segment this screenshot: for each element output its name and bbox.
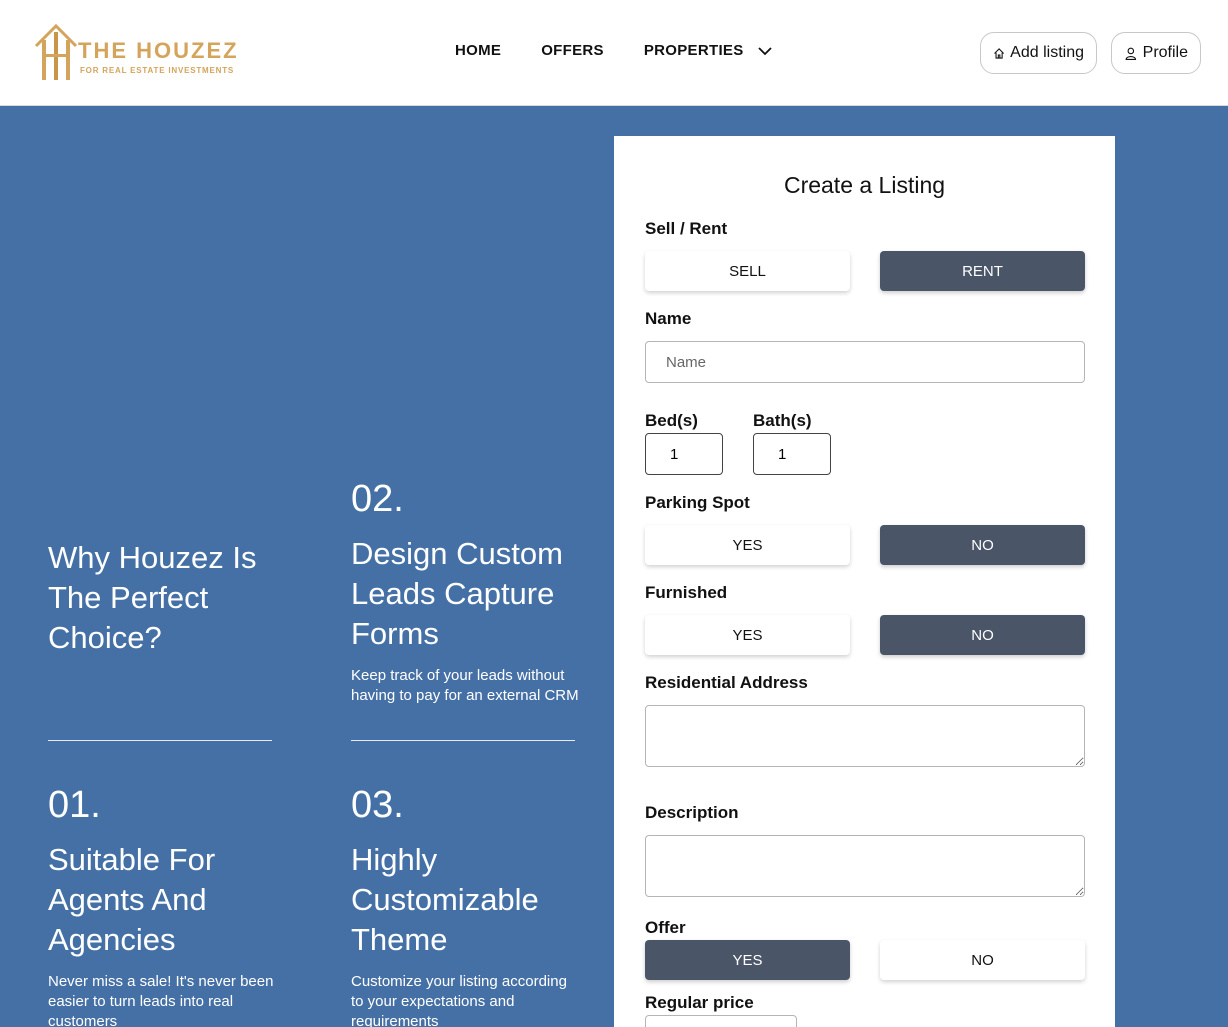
baths-input[interactable] bbox=[753, 433, 831, 475]
furnished-no-toggle[interactable]: NO bbox=[880, 615, 1085, 655]
person-icon bbox=[1125, 47, 1137, 60]
sell-toggle[interactable]: SELL bbox=[645, 251, 850, 291]
main-nav: HOME OFFERS PROPERTIES bbox=[455, 42, 812, 59]
regular-price-input[interactable] bbox=[645, 1015, 797, 1027]
furnished-yes-toggle[interactable]: YES bbox=[645, 615, 850, 655]
form-title: Create a Listing bbox=[783, 172, 946, 198]
feature-number: 03. bbox=[351, 784, 404, 826]
sell-rent-label: Sell / Rent bbox=[645, 219, 728, 238]
feature-03: 03. Highly Customizable Theme Customize … bbox=[351, 786, 581, 1027]
logo-mark-icon bbox=[34, 24, 78, 80]
nav-offers[interactable]: OFFERS bbox=[541, 42, 604, 59]
top-header: THE HOUZEZ FOR REAL ESTATE INVESTMENTS H… bbox=[0, 0, 1228, 106]
brand-title: THE HOUZEZ bbox=[78, 38, 239, 63]
beds-input[interactable] bbox=[645, 433, 723, 475]
feature-title: Suitable For Agents And Agencies bbox=[48, 842, 216, 957]
parking-label: Parking Spot bbox=[645, 493, 750, 512]
divider bbox=[48, 740, 272, 741]
feature-01: 01. Suitable For Agents And Agencies Nev… bbox=[48, 786, 278, 1027]
rent-toggle[interactable]: RENT bbox=[880, 251, 1085, 291]
feature-number: 01. bbox=[48, 784, 101, 826]
parking-yes-toggle[interactable]: YES bbox=[645, 525, 850, 565]
nav-home[interactable]: HOME bbox=[455, 42, 501, 59]
feature-title: Design Custom Leads Capture Forms bbox=[351, 536, 563, 651]
profile-label: Profile bbox=[1142, 44, 1188, 61]
divider bbox=[351, 740, 575, 741]
brand-subtitle: FOR REAL ESTATE INVESTMENTS bbox=[80, 66, 235, 75]
description-textarea[interactable] bbox=[645, 835, 1085, 897]
address-textarea[interactable] bbox=[645, 705, 1085, 767]
beds-label: Bed(s) bbox=[645, 411, 698, 430]
feature-title: Highly Customizable Theme bbox=[351, 842, 539, 957]
features-intro: Why Houzez Is The Perfect Choice? bbox=[48, 538, 278, 658]
features-intro-title: Why Houzez Is The Perfect Choice? bbox=[48, 540, 257, 655]
house-icon bbox=[994, 47, 1005, 59]
feature-02: 02. Design Custom Leads Capture Forms Ke… bbox=[351, 480, 581, 706]
feature-description: Never miss a sale! It's never been easie… bbox=[48, 973, 274, 1027]
regular-price-label: Regular price bbox=[645, 993, 754, 1012]
address-label: Residential Address bbox=[645, 673, 808, 692]
description-label: Description bbox=[645, 803, 739, 822]
name-input[interactable] bbox=[645, 341, 1085, 383]
feature-description: Keep track of your leads without having … bbox=[351, 667, 579, 704]
nav-properties[interactable]: PROPERTIES bbox=[644, 42, 772, 59]
offer-label: Offer bbox=[645, 918, 686, 937]
create-listing-form: Create a Listing Sell / Rent SELL RENT N… bbox=[614, 136, 1115, 1027]
baths-label: Bath(s) bbox=[753, 411, 812, 430]
offer-no-toggle[interactable]: NO bbox=[880, 940, 1085, 980]
offer-yes-toggle[interactable]: YES bbox=[645, 940, 850, 980]
nav-properties-label: PROPERTIES bbox=[643, 42, 744, 59]
add-listing-label: Add listing bbox=[1010, 44, 1084, 61]
feature-number: 02. bbox=[351, 478, 404, 520]
profile-button[interactable]: Profile bbox=[1111, 32, 1201, 74]
furnished-label: Furnished bbox=[645, 583, 728, 602]
parking-no-toggle[interactable]: NO bbox=[880, 525, 1085, 565]
brand-logo[interactable]: THE HOUZEZ FOR REAL ESTATE INVESTMENTS bbox=[34, 24, 237, 84]
chevron-down-icon bbox=[757, 46, 772, 55]
add-listing-button[interactable]: Add listing bbox=[980, 32, 1097, 74]
name-label: Name bbox=[645, 309, 692, 328]
feature-description: Customize your listing according to your… bbox=[351, 973, 567, 1027]
